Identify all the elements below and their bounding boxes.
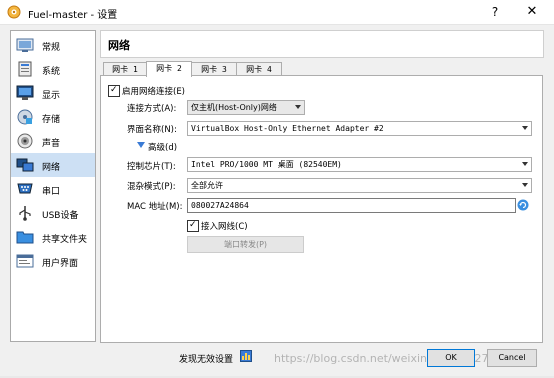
enable-adapter-label: 启用网络连接(E) <box>122 87 186 97</box>
sidebar-item-audio[interactable]: 声音 <box>11 129 95 153</box>
user-interface-icon <box>16 254 34 268</box>
chevron-down-icon <box>295 105 301 109</box>
chevron-down-icon <box>522 126 528 130</box>
port-forwarding-button[interactable]: 端口转发(P) <box>187 236 304 253</box>
sidebar-item-label: 存储 <box>42 115 61 125</box>
tab-adapter-2[interactable]: 网卡 2 <box>146 61 192 77</box>
invalid-settings-text: 发现无效设置 <box>179 355 234 365</box>
sidebar-item-usb[interactable]: USB设备 <box>11 201 95 225</box>
window-title: Fuel-master - 设置 <box>28 10 118 21</box>
attached-to-select[interactable]: 仅主机(Host-Only)网络 <box>187 100 305 115</box>
sidebar-item-label: 共享文件夹 <box>42 235 88 245</box>
help-button[interactable]: ? <box>483 3 507 21</box>
cancel-button[interactable]: Cancel <box>487 349 537 367</box>
attached-to-label: 连接方式(A): <box>127 104 177 114</box>
sidebar-item-storage[interactable]: 存储 <box>11 105 95 129</box>
adapter-name-label: 界面名称(N): <box>127 125 177 135</box>
enable-adapter-checkbox[interactable]: ✓ <box>108 85 120 97</box>
sidebar-item-label: 串口 <box>42 187 61 197</box>
system-icon <box>18 61 32 77</box>
advanced-toggle[interactable]: 高级(d) <box>137 140 207 153</box>
sidebar-item-general[interactable]: 常规 <box>11 33 95 57</box>
mac-address-value: 080027A24864 <box>191 201 249 210</box>
sidebar-item-display[interactable]: 显示 <box>11 81 95 105</box>
promiscuous-mode-label: 混杂模式(P): <box>127 182 176 192</box>
sidebar-item-label: USB设备 <box>42 211 79 221</box>
sidebar-item-label: 常规 <box>42 43 61 53</box>
adapter-type-select[interactable]: Intel PRO/1000 MT 桌面 (82540EM) <box>187 157 532 172</box>
tab-adapter-1[interactable]: 网卡 1 <box>103 62 147 76</box>
adapter-name-select[interactable]: VirtualBox Host-Only Ethernet Adapter #2 <box>187 121 532 136</box>
ok-button[interactable]: OK <box>427 349 475 367</box>
adapter-name-value: VirtualBox Host-Only Ethernet Adapter #2 <box>191 124 384 133</box>
sidebar-item-label: 系统 <box>42 67 61 77</box>
mac-address-field[interactable]: 080027A24864 <box>187 198 516 213</box>
check-icon: ✓ <box>189 220 197 230</box>
shared-folder-icon <box>16 231 34 244</box>
title-bar: Fuel-master - 设置 ? ✕ <box>0 0 554 25</box>
general-icon <box>16 38 34 52</box>
storage-icon <box>17 109 33 125</box>
promiscuous-mode-value: 全部允许 <box>191 181 223 190</box>
chevron-down-icon <box>522 183 528 187</box>
cable-connected-label: 接入网线(C) <box>201 222 248 232</box>
adapter-panel: ✓ 启用网络连接(E) 连接方式(A): 仅主机(Host-Only)网络 界面… <box>100 75 543 343</box>
advanced-label: 高级(d) <box>148 143 178 153</box>
refresh-mac-icon[interactable] <box>517 199 529 211</box>
adapter-type-label: 控制芯片(T): <box>127 162 176 172</box>
sidebar-item-user-interface[interactable]: 用户界面 <box>11 249 95 273</box>
sidebar-item-label: 网络 <box>42 163 61 173</box>
close-button[interactable]: ✕ <box>520 3 544 21</box>
sidebar-item-system[interactable]: 系统 <box>11 57 95 81</box>
sidebar-item-network[interactable]: 网络 <box>11 153 95 177</box>
usb-icon <box>19 206 31 221</box>
display-icon <box>16 85 34 100</box>
promiscuous-mode-select[interactable]: 全部允许 <box>187 178 532 193</box>
check-icon: ✓ <box>110 85 118 95</box>
warning-icon[interactable] <box>240 350 252 362</box>
network-icon <box>16 158 34 172</box>
tab-adapter-3[interactable]: 网卡 3 <box>191 62 237 76</box>
virtualbox-app-icon <box>7 5 21 19</box>
audio-icon <box>17 133 33 149</box>
settings-sidebar: 常规 系统 显示 存储 声音 网络 串口 USB设备 共享文件夹 用户界面 <box>10 30 96 342</box>
serial-port-icon <box>17 183 33 194</box>
sidebar-item-label: 用户界面 <box>42 259 79 269</box>
sidebar-item-label: 显示 <box>42 91 61 101</box>
page-title: 网络 <box>108 39 130 52</box>
attached-to-value: 仅主机(Host-Only)网络 <box>191 103 277 112</box>
section-header: 网络 <box>100 30 544 58</box>
adapter-type-value: Intel PRO/1000 MT 桌面 (82540EM) <box>191 160 342 169</box>
sidebar-item-serial-port[interactable]: 串口 <box>11 177 95 201</box>
chevron-down-icon <box>522 162 528 166</box>
sidebar-item-shared-folders[interactable]: 共享文件夹 <box>11 225 95 249</box>
triangle-down-icon <box>137 142 145 148</box>
sidebar-item-label: 声音 <box>42 139 61 149</box>
cable-connected-checkbox[interactable]: ✓ <box>187 220 199 232</box>
adapter-tabs: 网卡 1 网卡 2 网卡 3 网卡 4 <box>100 61 540 77</box>
tab-adapter-4[interactable]: 网卡 4 <box>236 62 282 76</box>
mac-address-label: MAC 地址(M): <box>127 202 183 212</box>
